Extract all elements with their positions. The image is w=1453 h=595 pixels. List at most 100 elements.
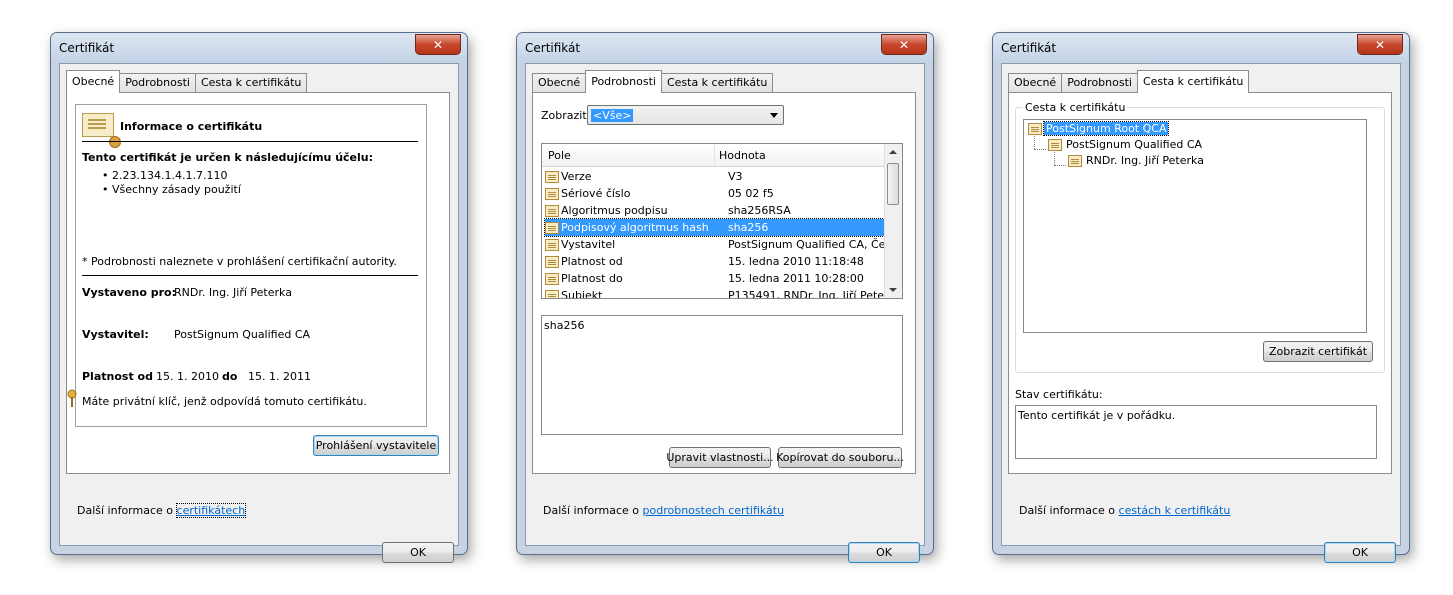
scroll-up-icon[interactable] [889, 150, 897, 154]
title-bar[interactable]: Certifikát ✕ [993, 33, 1409, 63]
more-info: Další informace o podrobnostech certifik… [543, 504, 785, 517]
more-info-link[interactable]: certifikátech [175, 503, 247, 518]
table-row[interactable]: Platnost do 15. ledna 2011 10:28:00 [545, 270, 886, 287]
issuer-statement-button[interactable]: Prohlášení vystavitele [313, 435, 439, 456]
tree-node-intermediate[interactable]: PostSignum Qualified CA [1048, 138, 1204, 151]
certificate-field-icon [545, 255, 559, 268]
issuer-value: PostSignum Qualified CA [174, 328, 311, 341]
tab-general[interactable]: Obecné [532, 73, 587, 93]
general-panel: Informace o certifikátu Tento certifikát… [66, 92, 450, 474]
status-text: Tento certifikát je v pořádku. [1018, 409, 1176, 422]
ok-button[interactable]: OK [1324, 542, 1396, 563]
list-scrollbar[interactable] [884, 144, 902, 298]
more-info: Další informace o certifikátech [77, 503, 247, 518]
valid-from-value: 15. 1. 2010 [156, 370, 219, 383]
info-heading: Informace o certifikátu [120, 120, 263, 133]
dialog-client-area: Obecné Podrobnosti Cesta k certifikátu C… [1001, 63, 1401, 563]
tree-connector [1054, 152, 1055, 165]
purpose-item: • Všechny zásady použití [102, 183, 241, 196]
certificate-window-general: Certifikát ✕ Obecné Podrobnosti Cesta k … [50, 32, 468, 563]
tree-node-root[interactable]: PostSignum Root QCA [1028, 121, 1170, 136]
certificate-window-path: Certifikát ✕ Obecné Podrobnosti Cesta k … [992, 32, 1410, 563]
valid-from-label: Platnost od [82, 370, 153, 383]
tab-path[interactable]: Cesta k certifikátu [1136, 70, 1250, 93]
copy-to-file-button[interactable]: Kopírovat do souboru... [776, 447, 904, 468]
tab-details[interactable]: Podrobnosti [1061, 73, 1138, 93]
table-row[interactable]: Verze V3 [545, 168, 886, 185]
tree-connector [1034, 136, 1035, 149]
table-row[interactable]: VystavitelPostSignum Qualified CA, Česk.… [545, 236, 886, 253]
tab-details[interactable]: Podrobnosti [585, 70, 662, 93]
certificate-field-icon [545, 204, 559, 217]
valid-to-label: do [222, 370, 238, 383]
scroll-down-icon[interactable] [889, 288, 897, 292]
certificate-field-icon [545, 238, 559, 251]
fields-list[interactable]: Pole Hodnota Verze V3 Sériové číslo 05 02 … [541, 143, 903, 299]
scroll-thumb[interactable] [887, 163, 899, 205]
list-header: Pole Hodnota [542, 144, 886, 167]
close-button[interactable]: ✕ [881, 34, 927, 55]
details-panel: Zobrazit: <Vše> Pole Hodnota Verze V3 Sér… [532, 92, 916, 474]
certificate-path-tree[interactable]: PostSignum Root QCA PostSignum Qualified… [1023, 119, 1367, 333]
certificate-field-icon [545, 272, 559, 285]
window-title: Certifikát [59, 41, 115, 55]
table-row-selected[interactable]: Podpisový algoritmus hash sha256 [544, 218, 887, 237]
more-info-link[interactable]: podrobnostech certifikátu [643, 504, 785, 517]
title-bar[interactable]: Certifikát ✕ [517, 33, 933, 63]
tab-strip: Obecné Podrobnosti Cesta k certifikátu [66, 70, 308, 93]
close-icon: ✕ [898, 37, 910, 52]
seal-icon [109, 136, 121, 148]
certificate-window-details: Certifikát ✕ Obecné Podrobnosti Cesta k … [516, 32, 934, 563]
ok-button[interactable]: OK [382, 542, 454, 563]
close-button[interactable]: ✕ [1357, 34, 1403, 55]
chevron-down-icon [770, 113, 778, 118]
status-label: Stav certifikátu: [1015, 388, 1103, 401]
tab-details[interactable]: Podrobnosti [119, 73, 196, 93]
field-value-box[interactable]: sha256 [541, 315, 903, 435]
window-title: Certifikát [525, 41, 581, 55]
tree-node-label: RNDr. Ing. Jiří Peterka [1086, 154, 1204, 167]
issued-to-label: Vystaveno pro: [82, 286, 177, 299]
show-label: Zobrazit: [541, 109, 591, 122]
valid-to-value: 15. 1. 2011 [248, 370, 311, 383]
divider [82, 141, 418, 142]
window-title: Certifikát [1001, 41, 1057, 55]
table-row[interactable]: Platnost od 15. ledna 2010 11:18:48 [545, 253, 886, 270]
table-row[interactable]: Subjekt P135491, RNDr. Ing. Jiří Peter... [545, 287, 886, 298]
edit-properties-button[interactable]: Upravit vlastnosti... [666, 447, 774, 468]
tab-strip: Obecné Podrobnosti Cesta k certifikátu [532, 70, 774, 93]
path-panel: Cesta k certifikátu PostSignum Root QCA … [1008, 92, 1392, 474]
column-header-value[interactable]: Hodnota [719, 149, 766, 162]
tab-general[interactable]: Obecné [1008, 73, 1063, 93]
certificate-field-icon [545, 221, 559, 234]
show-dropdown[interactable]: <Vše> [587, 105, 784, 125]
dialog-client-area: Obecné Podrobnosti Cesta k certifikátu I… [59, 63, 459, 563]
ok-button[interactable]: OK [848, 542, 920, 563]
dialog-client-area: Obecné Podrobnosti Cesta k certifikátu Z… [525, 63, 925, 563]
close-icon: ✕ [432, 37, 444, 52]
more-info-link[interactable]: cestách k certifikátu [1119, 504, 1231, 517]
tab-path[interactable]: Cesta k certifikátu [194, 73, 308, 93]
private-key-note: Máte privátní klíč, jenž odpovídá tomuto… [82, 395, 367, 408]
key-icon [67, 389, 77, 407]
certificate-icon [1068, 154, 1082, 167]
certificate-info-box: Informace o certifikátu Tento certifikát… [67, 104, 427, 427]
status-box[interactable]: Tento certifikát je v pořádku. [1015, 405, 1377, 459]
column-divider [714, 144, 715, 166]
tab-path[interactable]: Cesta k certifikátu [660, 73, 774, 93]
issuer-label: Vystavitel: [82, 328, 149, 341]
table-row[interactable]: Algoritmus podpisu sha256RSA [545, 202, 886, 219]
footnote: * Podrobnosti naleznete v prohlášení cer… [82, 255, 397, 268]
certificate-icon [82, 113, 121, 148]
certificate-field-icon [545, 187, 559, 200]
tab-general[interactable]: Obecné [66, 70, 121, 93]
table-row[interactable]: Sériové číslo 05 02 f5 [545, 185, 886, 202]
close-button[interactable]: ✕ [415, 34, 461, 55]
column-header-field[interactable]: Pole [548, 149, 571, 162]
close-icon: ✕ [1374, 37, 1386, 52]
tree-connector [1054, 165, 1066, 166]
tree-node-leaf[interactable]: RNDr. Ing. Jiří Peterka [1068, 154, 1206, 167]
title-bar[interactable]: Certifikát ✕ [51, 33, 467, 63]
purpose-item: • 2.23.134.1.4.1.7.110 [102, 169, 228, 182]
view-certificate-button[interactable]: Zobrazit certifikát [1263, 341, 1373, 362]
